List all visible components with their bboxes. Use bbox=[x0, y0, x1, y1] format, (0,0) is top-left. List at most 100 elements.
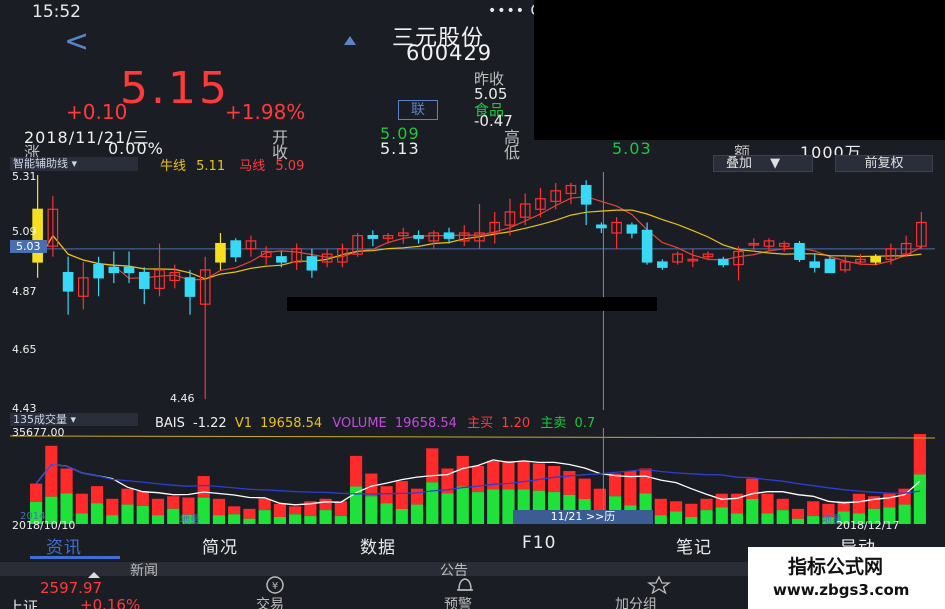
volume-bar-red bbox=[593, 488, 606, 512]
volume-bar-red bbox=[75, 493, 88, 514]
volume-bar-green bbox=[273, 516, 286, 524]
volume-bar-red bbox=[685, 503, 698, 517]
volume-bar-green bbox=[746, 499, 759, 524]
volume-bar-red bbox=[334, 501, 347, 517]
nav-trade-label[interactable]: 交易 bbox=[256, 594, 284, 609]
volume-bar-red bbox=[852, 493, 866, 514]
svg-text:¥: ¥ bbox=[272, 581, 278, 592]
volume-bar-green bbox=[243, 518, 256, 524]
volume-bar-red bbox=[746, 478, 759, 500]
volume-bar-green bbox=[898, 504, 911, 524]
volume-bar-red bbox=[913, 434, 926, 475]
volume-bar-red bbox=[426, 448, 439, 483]
y-label-487: 4.87 bbox=[12, 285, 37, 298]
volume-bar-red bbox=[258, 498, 271, 511]
volume-bar-green bbox=[807, 516, 820, 524]
low-price-label: 4.46 bbox=[170, 392, 195, 405]
volume-bar-green bbox=[167, 508, 180, 524]
volume-bar-green bbox=[319, 510, 332, 524]
tab-overview[interactable]: 简况 bbox=[202, 533, 238, 558]
volume-bar-red bbox=[883, 493, 896, 508]
volume-bar-green bbox=[426, 482, 439, 524]
volume-bar-red bbox=[410, 488, 424, 505]
candle-body bbox=[641, 229, 653, 263]
overlay-button[interactable]: 叠加 ▼ bbox=[713, 155, 813, 172]
axis-left-tag: 2014 bbox=[20, 511, 46, 522]
volume-bar-red bbox=[167, 496, 180, 509]
axis-mid-tag: 地量 bbox=[180, 515, 200, 526]
volume-bar-green bbox=[228, 514, 241, 524]
volume-bar-green bbox=[730, 513, 744, 524]
y-label-531: 5.31 bbox=[12, 170, 37, 183]
switch-stock-icon[interactable] bbox=[344, 36, 356, 45]
index-change: +0.16% bbox=[80, 596, 141, 609]
volume-bar-red bbox=[791, 508, 805, 519]
volume-bar-red bbox=[121, 488, 134, 505]
volume-bar-red bbox=[563, 471, 576, 495]
volume-type-select[interactable]: 135成交量 ▾ bbox=[10, 413, 138, 426]
volume-bar-green bbox=[685, 516, 698, 524]
volume-bar-green bbox=[106, 515, 119, 524]
volume-bar-red bbox=[868, 496, 881, 509]
volume-bar-green bbox=[136, 505, 149, 524]
chevron-down-icon: ▼ bbox=[770, 156, 781, 171]
volume-type-label: 135成交量 bbox=[13, 413, 67, 426]
tab-news[interactable]: 资讯 bbox=[46, 533, 82, 558]
volume-bar-red bbox=[395, 481, 408, 509]
nav-alert-label[interactable]: 预警 bbox=[444, 594, 472, 609]
volume-bar-green bbox=[456, 486, 469, 524]
back-icon[interactable]: < bbox=[64, 24, 89, 59]
last-price: 5.15 bbox=[120, 63, 230, 114]
volume-bar-green bbox=[715, 507, 728, 524]
volume-bar-red bbox=[45, 445, 58, 497]
nav-group-label[interactable]: 加分组 bbox=[615, 594, 657, 609]
tab-notes[interactable]: 笔记 bbox=[676, 533, 712, 558]
volume-bar-green bbox=[258, 510, 271, 524]
candle-body bbox=[717, 258, 729, 266]
tab-data[interactable]: 数据 bbox=[360, 533, 396, 558]
chart-type-select[interactable]: 智能辅助线 ▾ bbox=[10, 157, 138, 171]
volume-bar-green bbox=[395, 508, 408, 524]
volume-chart[interactable] bbox=[10, 428, 935, 524]
volume-bar-red bbox=[578, 478, 591, 500]
volume-bar-red bbox=[197, 476, 210, 498]
volume-bar-green bbox=[441, 493, 454, 524]
kline-chart[interactable] bbox=[10, 172, 935, 410]
volume-bar-red bbox=[548, 465, 561, 493]
chart-type-label: 智能辅助线 bbox=[13, 157, 68, 170]
watermark-title: 指标公式网 bbox=[788, 556, 884, 578]
candle-body bbox=[276, 256, 287, 263]
tab-f10[interactable]: F10 bbox=[522, 533, 556, 553]
volume-bar-green bbox=[761, 513, 774, 524]
volume-bar-green bbox=[289, 514, 302, 524]
expand-index-icon[interactable] bbox=[88, 572, 100, 578]
index-value: 2597.97 bbox=[40, 579, 103, 597]
candle-body bbox=[215, 242, 226, 263]
candle-body bbox=[870, 256, 881, 263]
candle-body bbox=[596, 224, 607, 229]
cursor-date-button[interactable]: 11/21 >>历 bbox=[513, 510, 653, 524]
volume-bar-red bbox=[151, 498, 165, 516]
volume-bar-red bbox=[136, 491, 149, 506]
volume-bar-green bbox=[304, 516, 317, 524]
volume-bar-red bbox=[228, 506, 241, 515]
volume-bar-red bbox=[502, 460, 515, 490]
volume-bar-green bbox=[90, 503, 104, 524]
status-time: 15:52 bbox=[32, 2, 81, 22]
volume-bar-green bbox=[700, 510, 713, 524]
index-name: 上证 bbox=[8, 598, 39, 609]
candle-body bbox=[657, 261, 668, 268]
volume-bar-green bbox=[75, 513, 88, 524]
candle-body bbox=[809, 261, 821, 268]
link-badge-button[interactable]: 联 bbox=[398, 100, 438, 120]
adjust-button[interactable]: 前复权 bbox=[835, 155, 933, 172]
candle-body bbox=[306, 256, 318, 271]
volume-bar-green bbox=[471, 492, 485, 524]
volume-bar-red bbox=[654, 498, 667, 516]
volume-bar-green bbox=[334, 516, 347, 524]
volume-bar-green bbox=[669, 511, 683, 524]
volume-max-label: 35677.00 bbox=[12, 426, 65, 439]
volume-bar-red bbox=[700, 498, 713, 511]
volume-bar-red bbox=[273, 503, 286, 517]
volume-bar-green bbox=[212, 515, 226, 524]
